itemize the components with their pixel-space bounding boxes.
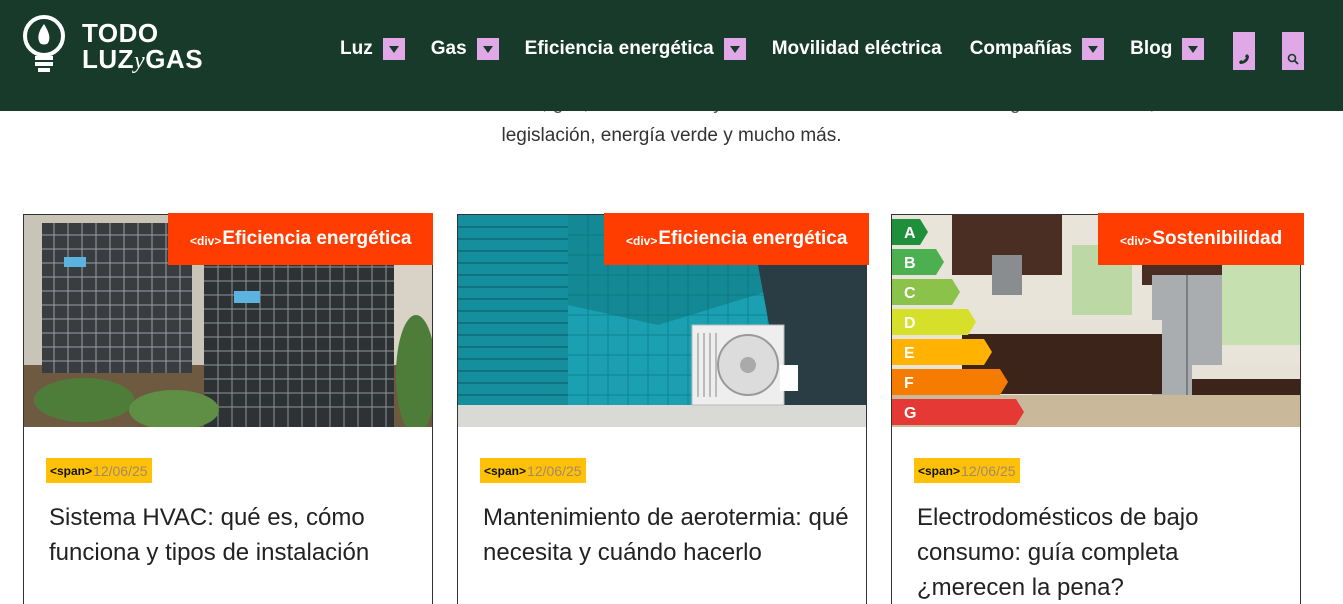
nav-item-companias[interactable]: Compañías bbox=[970, 38, 1105, 60]
site-logo[interactable]: TODO LUZyGAS bbox=[22, 12, 222, 78]
dropdown-toggle[interactable] bbox=[476, 38, 499, 60]
date-badge: <span> 12/06/25 bbox=[914, 458, 1020, 483]
nav-label[interactable]: Compañías bbox=[970, 38, 1072, 60]
nav-label[interactable]: Luz bbox=[340, 38, 373, 60]
dropdown-toggle[interactable] bbox=[382, 38, 405, 60]
intro-line2: legislación, energía verde y mucho más. bbox=[501, 125, 842, 146]
dropdown-toggle[interactable] bbox=[1082, 38, 1105, 60]
post-card[interactable]: <div> Eficiencia energética <span> 12/06/2… bbox=[457, 213, 870, 604]
energy-label-f: F bbox=[904, 375, 914, 392]
dropdown-toggle[interactable] bbox=[723, 38, 746, 60]
post-date: 12/06/25 bbox=[527, 462, 582, 479]
site-header: TODO LUZyGAS Luz Gas Eficiencia energéti… bbox=[0, 0, 1343, 111]
lightbulb-flame-icon bbox=[23, 15, 65, 72]
tag-label[interactable]: Sostenibilidad bbox=[1152, 228, 1282, 250]
date-prefix: <span> bbox=[50, 463, 93, 478]
energy-label-g: G bbox=[904, 405, 916, 422]
logo-gas: GAS bbox=[145, 44, 204, 74]
tag-label[interactable]: Eficiencia energética bbox=[658, 228, 847, 250]
category-tag[interactable]: <div> Eficiencia energética bbox=[168, 213, 434, 265]
phone-button[interactable] bbox=[1233, 32, 1255, 70]
logo-y: y bbox=[134, 48, 146, 74]
nav-item-eficiencia[interactable]: Eficiencia energética bbox=[525, 38, 746, 60]
phone-icon bbox=[1239, 54, 1249, 64]
chevron-down-icon bbox=[1088, 45, 1099, 53]
tag-prefix: <div> bbox=[626, 233, 658, 248]
date-prefix: <span> bbox=[918, 463, 961, 478]
search-button[interactable] bbox=[1282, 32, 1304, 70]
post-card[interactable]: <div> Eficiencia energética <span> 12/06/2… bbox=[23, 213, 434, 604]
energy-label-d: D bbox=[904, 315, 916, 332]
nav-label[interactable]: Movilidad eléctrica bbox=[772, 38, 942, 60]
nav-label[interactable]: Blog bbox=[1130, 38, 1172, 60]
post-date: 12/06/25 bbox=[93, 462, 148, 479]
date-badge: <span> 12/06/25 bbox=[46, 458, 152, 483]
date-prefix: <span> bbox=[484, 463, 527, 478]
logo-luz: LUZ bbox=[82, 44, 135, 74]
nav-item-blog[interactable]: Blog bbox=[1130, 38, 1205, 60]
chevron-down-icon bbox=[388, 45, 399, 53]
energy-label-b: B bbox=[904, 255, 916, 272]
energy-label-a: A bbox=[904, 225, 916, 242]
post-title[interactable]: Mantenimiento de aerotermia: qué necesit… bbox=[483, 500, 853, 570]
tag-prefix: <div> bbox=[1120, 233, 1152, 248]
search-icon bbox=[1287, 53, 1299, 65]
post-date: 12/06/25 bbox=[961, 462, 1016, 479]
chevron-down-icon bbox=[482, 45, 493, 53]
nav-item-luz[interactable]: Luz bbox=[340, 38, 405, 60]
nav-item-gas[interactable]: Gas bbox=[431, 38, 499, 60]
tag-label[interactable]: Eficiencia energética bbox=[222, 228, 411, 250]
date-badge: <span> 12/06/25 bbox=[480, 458, 586, 483]
nav-label[interactable]: Eficiencia energética bbox=[525, 38, 714, 60]
energy-label-c: C bbox=[904, 285, 916, 302]
chevron-down-icon bbox=[1188, 45, 1199, 53]
post-card[interactable]: A B C D E F G <div> Sostenibilidad <span>… bbox=[891, 213, 1305, 604]
chevron-down-icon bbox=[729, 45, 740, 53]
main-nav: Luz Gas Eficiencia energética Movilidad … bbox=[340, 34, 1230, 64]
logo-line2: LUZyGAS bbox=[82, 46, 203, 74]
post-title[interactable]: Electrodomésticos de bajo consumo: guía … bbox=[917, 500, 1287, 604]
logo-wordmark: TODO LUZyGAS bbox=[82, 20, 203, 74]
nav-label[interactable]: Gas bbox=[431, 38, 467, 60]
post-title[interactable]: Sistema HVAC: qué es, cómo funciona y ti… bbox=[49, 500, 419, 570]
nav-item-movilidad[interactable]: Movilidad eléctrica bbox=[772, 38, 942, 60]
category-tag[interactable]: <div> Eficiencia energética bbox=[604, 213, 870, 265]
tag-prefix: <div> bbox=[190, 233, 222, 248]
category-tag[interactable]: <div> Sostenibilidad bbox=[1098, 213, 1305, 265]
dropdown-toggle[interactable] bbox=[1182, 38, 1205, 60]
energy-label-e: E bbox=[904, 345, 915, 362]
